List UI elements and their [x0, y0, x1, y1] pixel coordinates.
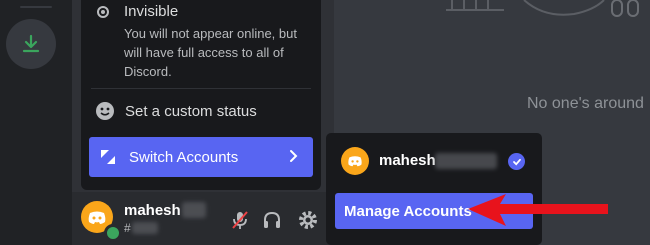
annotation-arrow-icon — [468, 194, 608, 226]
empty-state-text: No one's around — [527, 95, 644, 112]
redacted-username — [182, 202, 206, 218]
menu-divider — [91, 88, 311, 89]
username: mahesh — [124, 202, 181, 219]
manage-accounts-label: Manage Accounts — [344, 202, 472, 220]
status-option-invisible[interactable]: Invisible — [124, 3, 178, 20]
empty-state-illustration — [446, 0, 639, 17]
account-item[interactable]: mahesh — [341, 147, 531, 175]
redacted-tag — [132, 222, 158, 234]
download-apps-button[interactable] — [6, 19, 56, 69]
settings-gear-icon[interactable] — [297, 209, 319, 231]
user-tag: # — [124, 221, 131, 235]
status-menu: Invisible You will not appear online, bu… — [81, 0, 321, 190]
chevron-right-icon — [290, 150, 298, 162]
selected-check-icon — [508, 153, 525, 170]
account-name: mahesh — [379, 152, 436, 169]
switch-accounts-label: Switch Accounts — [129, 148, 239, 166]
emoji-icon — [96, 102, 114, 120]
custom-status-label: Set a custom status — [125, 102, 257, 120]
mute-microphone-icon[interactable] — [229, 209, 251, 231]
invisible-status-icon — [97, 6, 109, 18]
redacted-account-name — [435, 153, 497, 169]
discord-logo-icon — [88, 211, 106, 224]
server-rail — [0, 0, 72, 245]
user-panel: mahesh # — [72, 192, 334, 245]
online-status-indicator — [104, 224, 122, 242]
headphones-icon[interactable] — [261, 209, 283, 231]
switch-accounts-item[interactable]: Switch Accounts — [89, 137, 313, 177]
download-icon — [22, 34, 40, 53]
set-custom-status-item[interactable]: Set a custom status — [95, 100, 257, 122]
status-option-description: You will not appear online, but will hav… — [124, 26, 297, 79]
discord-logo-icon — [348, 156, 362, 167]
rail-divider — [20, 6, 52, 8]
switch-accounts-icon — [101, 150, 115, 164]
account-avatar — [341, 147, 369, 175]
